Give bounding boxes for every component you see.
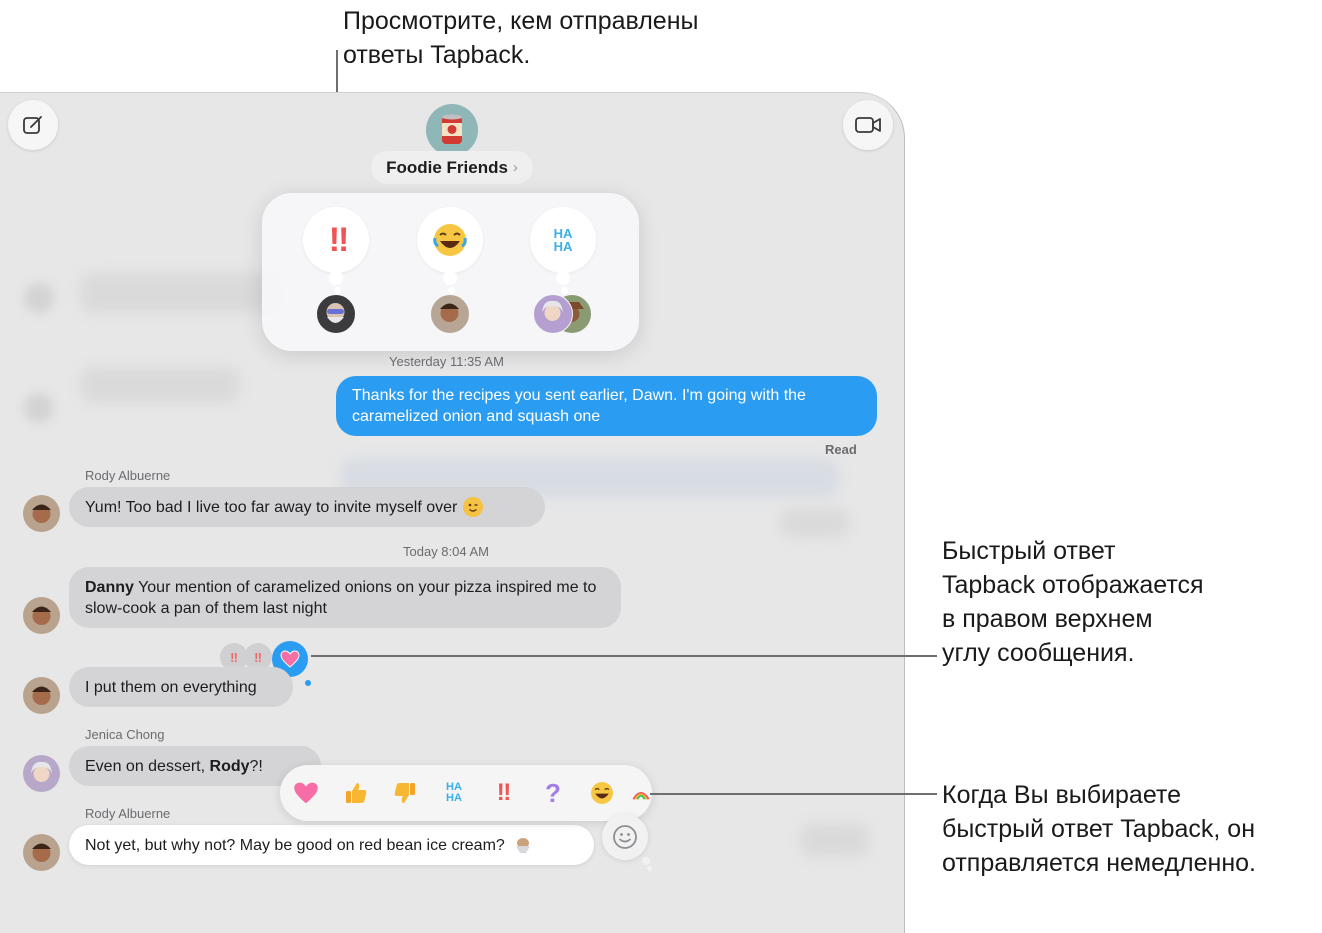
avatar[interactable] xyxy=(23,755,60,792)
callout-line: ответы Tapback. xyxy=(343,41,531,69)
chevron-right-icon: › xyxy=(512,159,518,176)
avatar[interactable] xyxy=(430,294,470,334)
smiley-icon xyxy=(613,825,637,849)
sender-name: Rody Albuerne xyxy=(85,468,171,483)
selected-message[interactable]: Not yet, but why not? May be good on red… xyxy=(69,825,594,865)
add-emoji-button[interactable] xyxy=(602,814,648,860)
message-text-body: Your mention of caramelized onions on yo… xyxy=(85,578,597,617)
blurred-avatar xyxy=(24,283,54,313)
heart-icon xyxy=(294,782,318,804)
received-message[interactable]: I put them on everything xyxy=(69,667,293,707)
avatar[interactable] xyxy=(533,294,573,334)
received-message[interactable]: Yum! Too bad I live too far away to invi… xyxy=(69,487,545,527)
facetime-button[interactable] xyxy=(843,100,893,150)
sender-name: Jenica Chong xyxy=(85,727,165,742)
timestamp: Today 8:04 AM xyxy=(403,544,489,559)
video-camera-icon xyxy=(855,117,881,133)
avatar[interactable] xyxy=(23,677,60,714)
exclamation-icon: ‼ xyxy=(496,779,512,806)
blurred-bubble xyxy=(80,367,240,403)
avatar[interactable] xyxy=(23,495,60,532)
message-text: Danny Your mention of caramelized onions… xyxy=(85,577,605,619)
tapback-option-exclamation[interactable]: ‼ xyxy=(490,779,518,807)
message-text: Even on dessert, Rody?! xyxy=(85,756,263,777)
picker-tail xyxy=(642,857,650,865)
callout-line: Быстрый ответ xyxy=(942,537,1116,565)
picker-tail xyxy=(647,866,652,871)
callout-leader xyxy=(650,793,937,795)
callout-line: отправляется немедленно. xyxy=(942,849,1257,877)
tapback-option-heart[interactable] xyxy=(292,779,320,807)
message-text-body: Even on dessert, xyxy=(85,757,210,775)
tapback-option-thumbs-down[interactable] xyxy=(391,779,419,807)
tapback-picker: HA HA ‼ ? xyxy=(280,765,652,821)
callout-line: быстрый ответ Tapback, он xyxy=(942,815,1256,843)
tapback-option-question[interactable]: ? xyxy=(539,777,567,808)
tapback-column-haha: HA HA xyxy=(530,207,596,347)
avatar[interactable] xyxy=(316,294,356,334)
tapback-bubble: ‼ xyxy=(303,207,369,273)
question-icon: ? xyxy=(545,777,561,808)
callout-line: Когда Вы выбираете xyxy=(942,781,1181,809)
message-text: Yum! Too bad I live too far away to invi… xyxy=(85,498,458,516)
exclamation-icon: ‼ xyxy=(254,649,262,665)
thumbs-up-icon xyxy=(346,783,367,803)
conversation-title-text: Foodie Friends xyxy=(386,157,508,177)
tapback-option-thumbs-up[interactable] xyxy=(342,779,370,807)
tapback-column-laugh xyxy=(417,207,483,347)
avatar[interactable] xyxy=(23,597,60,634)
blurred-bubble xyxy=(800,823,870,857)
tapback-bubble xyxy=(417,207,483,273)
callout-line: углу сообщения. xyxy=(942,639,1135,667)
callout-bottom: Когда Вы выбираете быстрый ответ Tapback… xyxy=(942,778,1256,880)
tapback-column-exclamation: ‼ xyxy=(303,207,369,347)
tapback-option-rainbow[interactable] xyxy=(632,779,650,807)
laugh-icon xyxy=(591,782,613,804)
timestamp: Yesterday 11:35 AM xyxy=(389,354,504,369)
heart-icon xyxy=(280,650,300,668)
thumbs-down-icon xyxy=(394,783,415,803)
group-avatar[interactable] xyxy=(426,104,478,156)
exclamation-icon: ‼ xyxy=(230,649,238,665)
blurred-bubble xyxy=(780,508,850,538)
callout-line: Tapback отображается xyxy=(942,571,1204,599)
callout-line: Просмотрите, кем отправлены xyxy=(343,7,699,35)
tapback-bubble: HA HA xyxy=(530,207,596,273)
received-message[interactable]: Danny Your mention of caramelized onions… xyxy=(69,567,621,628)
laugh-icon xyxy=(433,224,467,256)
read-status: Read xyxy=(825,442,857,457)
mention: Rody xyxy=(209,757,250,775)
exclamation-icon: ‼ xyxy=(328,220,349,259)
callout-top: Просмотрите, кем отправлены ответы Tapba… xyxy=(343,4,698,72)
callout-line: в правом верхнем xyxy=(942,605,1153,633)
rainbow-icon xyxy=(632,791,650,800)
compose-icon xyxy=(23,116,42,134)
mention: Danny xyxy=(85,578,134,596)
wink-emoji-icon xyxy=(463,497,484,517)
tapback-option-haha[interactable]: HA HA xyxy=(440,779,468,807)
conversation-title[interactable]: Foodie Friends › xyxy=(371,151,533,184)
sent-message[interactable]: Thanks for the recipes you sent earlier,… xyxy=(336,376,877,436)
ice-cream-emoji-icon xyxy=(513,835,533,855)
haha-icon: HA HA xyxy=(553,226,573,254)
reaction-tail xyxy=(305,680,311,686)
message-text: I put them on everything xyxy=(85,678,257,696)
message-text: Thanks for the recipes you sent earlier,… xyxy=(352,387,806,425)
read-receipt: Read xyxy=(825,442,857,457)
blurred-avatar xyxy=(24,393,54,423)
callout-leader xyxy=(311,655,937,657)
message-text-end: ?! xyxy=(249,757,263,775)
blurred-bubble xyxy=(80,273,280,313)
sender-name: Rody Albuerne xyxy=(85,806,171,821)
food-can-icon xyxy=(442,114,462,144)
message-text: Not yet, but why not? May be good on red… xyxy=(85,836,505,854)
callout-middle: Быстрый ответ Tapback отображается в пра… xyxy=(942,534,1204,670)
tapback-details-panel: ‼ HA HA xyxy=(262,193,639,351)
compose-button[interactable] xyxy=(8,100,58,150)
avatar[interactable] xyxy=(23,834,60,871)
tapback-option-laugh[interactable] xyxy=(588,779,616,807)
haha-icon: HA HA xyxy=(446,781,462,804)
